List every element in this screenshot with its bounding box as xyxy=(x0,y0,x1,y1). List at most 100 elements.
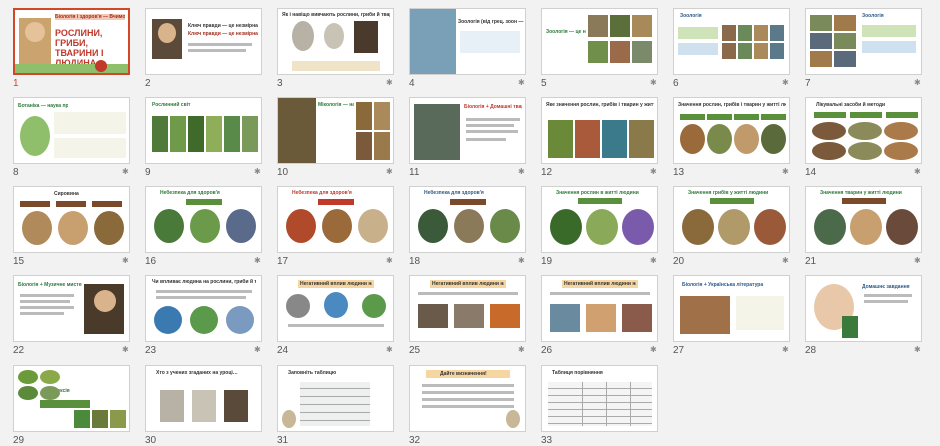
photo xyxy=(358,209,388,243)
slide-thumbnail-12[interactable]: Яке значення рослин, грибів і тварин у ж… xyxy=(541,97,658,164)
star-icon[interactable]: ✱ xyxy=(914,78,921,87)
star-icon[interactable]: ✱ xyxy=(914,345,921,354)
slide-thumbnail-5[interactable]: Зоологія — це наука про тварин xyxy=(541,8,658,75)
slide-thumbnail-28[interactable]: Домашнє завдання xyxy=(805,275,922,342)
star-icon[interactable]: ✱ xyxy=(386,78,393,87)
slide-number: 11 xyxy=(409,167,420,178)
text-box xyxy=(54,138,126,158)
slide-number: 28 xyxy=(805,345,817,356)
slide-thumbnail-30[interactable]: Хто з учених згаданих на уроці… xyxy=(145,365,262,432)
slide-thumbnail-17[interactable]: Небезпека для здоров'я xyxy=(277,186,394,253)
star-icon[interactable]: ✱ xyxy=(386,345,393,354)
line xyxy=(188,49,246,52)
slide-thumbnail-23[interactable]: Чи впливає людина на рослини, гриби й тв… xyxy=(145,275,262,342)
slide-thumbnail-11[interactable]: Біологія + Домашні тварини xyxy=(409,97,526,164)
plant-photo xyxy=(18,386,38,400)
text-box xyxy=(54,112,126,134)
plant-photo xyxy=(18,370,38,384)
slide-thumbnail-15[interactable]: Сировина xyxy=(13,186,130,253)
table-row-line xyxy=(548,402,652,403)
star-icon[interactable]: ✱ xyxy=(122,167,129,176)
slide-thumbnail-4[interactable]: Зоологія (від грец. зоон — тварина) — на… xyxy=(409,8,526,75)
animal-photo xyxy=(418,304,448,328)
slide-thumbnail-18[interactable]: Небезпека для здоров'я xyxy=(409,186,526,253)
slide-number: 32 xyxy=(409,435,421,446)
animal-photo xyxy=(810,51,832,67)
slide-thumbnail-19[interactable]: Значення рослин в житті людини xyxy=(541,186,658,253)
green-box xyxy=(862,25,916,37)
photo xyxy=(58,211,88,245)
star-icon[interactable]: ✱ xyxy=(782,256,789,265)
slide-thumbnail-3[interactable]: Як і навіщо вивчають рослини, гриби й тв… xyxy=(277,8,394,75)
mushroom-photo xyxy=(374,102,390,130)
line xyxy=(466,124,514,127)
animal-photo xyxy=(610,15,630,37)
star-icon[interactable]: ✱ xyxy=(386,167,393,176)
star-icon[interactable]: ✱ xyxy=(386,256,393,265)
slide-thumbnail-21[interactable]: Значення тварин у житті людини xyxy=(805,186,922,253)
slide-thumbnail-26[interactable]: Негативний вплив людини на їх довкілля xyxy=(541,275,658,342)
frame xyxy=(460,31,520,53)
slide-thumbnail-22[interactable]: Біологія + Музичне мистецтво xyxy=(13,275,130,342)
star-icon[interactable]: ✱ xyxy=(650,345,657,354)
slide-thumbnail-20[interactable]: Значення грибів у житті людини xyxy=(673,186,790,253)
slide-thumbnail-1[interactable]: Біологія і здоров'я — Вчимося Cool! РОСЛИ… xyxy=(13,8,130,75)
slide-thumbnail-2[interactable]: Ключ правди — це незмірна дорога людсько… xyxy=(145,8,262,75)
photo xyxy=(884,122,918,140)
photo xyxy=(754,209,786,245)
slide-thumbnail-31[interactable]: Заповніть таблицю xyxy=(277,365,394,432)
line xyxy=(20,306,74,309)
rabbit-icon xyxy=(282,410,296,428)
star-icon[interactable]: ✱ xyxy=(782,78,789,87)
slide-thumbnail-27[interactable]: Біологія + Українська література xyxy=(673,275,790,342)
star-icon[interactable]: ✱ xyxy=(518,78,525,87)
slide-heading: Значення рослин, грибів і тварин у житті… xyxy=(678,102,786,108)
earth-icon xyxy=(324,292,348,318)
slide-thumbnail-7[interactable]: Зоологія xyxy=(805,8,922,75)
photo xyxy=(812,122,846,140)
star-icon[interactable]: ✱ xyxy=(122,256,129,265)
star-icon[interactable]: ✱ xyxy=(254,256,261,265)
star-icon[interactable]: ✱ xyxy=(518,167,525,176)
slide-thumbnail-25[interactable]: Негативний вплив людини на їх довкілля xyxy=(409,275,526,342)
globe xyxy=(154,306,182,334)
star-icon[interactable]: ✱ xyxy=(518,345,525,354)
pill-label xyxy=(680,114,705,120)
slide-thumbnail-24[interactable]: Негативний вплив людини на їх довкілля xyxy=(277,275,394,342)
photo xyxy=(886,209,918,245)
line xyxy=(422,391,514,394)
table-row-line xyxy=(300,420,370,421)
slide-heading: Біологія + Українська література xyxy=(682,282,764,288)
slide-thumbnail-32[interactable]: Дайте визначення! xyxy=(409,365,526,432)
star-icon[interactable]: ✱ xyxy=(650,256,657,265)
line xyxy=(466,118,520,121)
rabbit-icon xyxy=(506,410,520,428)
slide-thumbnail-13[interactable]: Значення рослин, грибів і тварин у житті… xyxy=(673,97,790,164)
table-row-line xyxy=(548,423,652,424)
star-icon[interactable]: ✱ xyxy=(914,167,921,176)
slide-thumbnail-33[interactable]: Таблиця порівняння xyxy=(541,365,658,432)
star-icon[interactable]: ✱ xyxy=(254,167,261,176)
star-icon[interactable]: ✱ xyxy=(782,167,789,176)
star-icon[interactable]: ✱ xyxy=(518,256,525,265)
slide-thumbnail-8[interactable]: Ботаніка — наука про рослини xyxy=(13,97,130,164)
star-icon[interactable]: ✱ xyxy=(122,345,129,354)
slide-thumbnail-9[interactable]: Рослинний світ xyxy=(145,97,262,164)
slide-thumbnail-16[interactable]: Небезпека для здоров'я xyxy=(145,186,262,253)
slide-number: 1 xyxy=(13,78,19,89)
bust-2 xyxy=(324,23,344,49)
star-icon[interactable]: ✱ xyxy=(914,256,921,265)
photo xyxy=(454,209,484,243)
photo xyxy=(94,211,124,245)
pill-label xyxy=(92,201,122,207)
star-icon[interactable]: ✱ xyxy=(650,167,657,176)
slide-thumbnail-14[interactable]: Лікувальні засоби й методи xyxy=(805,97,922,164)
slide-thumbnail-29[interactable]: Рефлексія xyxy=(13,365,130,432)
animal-photo xyxy=(588,15,608,37)
table-col-line xyxy=(630,382,631,426)
slide-thumbnail-6[interactable]: Зоологія xyxy=(673,8,790,75)
star-icon[interactable]: ✱ xyxy=(650,78,657,87)
slide-thumbnail-10[interactable]: Мікологія — наука про гриби xyxy=(277,97,394,164)
star-icon[interactable]: ✱ xyxy=(782,345,789,354)
star-icon[interactable]: ✱ xyxy=(254,345,261,354)
